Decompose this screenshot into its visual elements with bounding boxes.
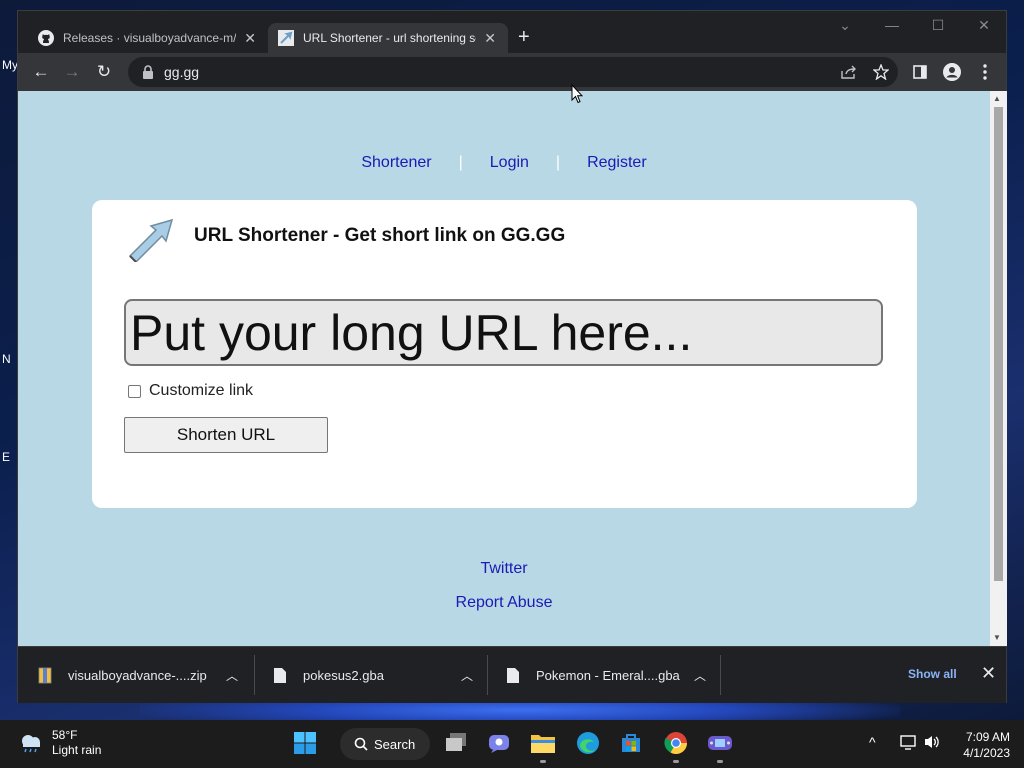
running-indicator [673, 760, 679, 763]
tab-title: Releases · visualboyadvance-m/visualboya… [63, 31, 237, 45]
forward-button[interactable]: → [61, 61, 83, 83]
weather-widget[interactable]: 58°F Light rain [18, 728, 101, 758]
nav-separator: | [555, 154, 561, 171]
github-icon [38, 30, 54, 46]
show-all-downloads-button[interactable]: Show all [908, 667, 957, 681]
page-viewport: Shortener | Login | Register URL Shortener -… [18, 91, 990, 646]
tab-releases[interactable]: Releases · visualboyadvance-m/visualboya… [28, 23, 268, 53]
clock-date: 4/1/2023 [963, 746, 1010, 760]
tab-title: URL Shortener - url shortening service [303, 31, 476, 45]
chrome-icon[interactable] [663, 730, 689, 756]
divider [720, 655, 721, 695]
address-text: gg.gg [164, 64, 200, 80]
tab-strip: Releases · visualboyadvance-m/visualboya… [18, 11, 1006, 53]
close-shelf-icon[interactable]: ✕ [981, 663, 996, 684]
download-shelf: visualboyadvance-....zip ︿ pokesus2.gba … [18, 646, 1006, 703]
edge-browser-icon[interactable] [575, 730, 601, 756]
file-icon [507, 668, 519, 683]
running-indicator [540, 760, 546, 763]
customize-checkbox[interactable] [128, 384, 141, 398]
nav-separator: | [458, 154, 463, 171]
nav-shortener-link[interactable]: Shortener [361, 154, 431, 171]
top-navigation: Shortener | Login | Register [18, 154, 990, 172]
customize-link-row[interactable]: Customize link [128, 382, 253, 400]
gameboy-emulator-icon[interactable] [707, 730, 733, 756]
report-abuse-link[interactable]: Report Abuse [456, 594, 553, 611]
download-item[interactable]: Pokemon - Emeral....gba ︿ [506, 647, 706, 704]
customize-label: Customize link [149, 382, 254, 399]
search-label: Search [374, 736, 416, 752]
desktop-icon-label[interactable]: N [2, 352, 11, 366]
back-button[interactable]: ← [30, 61, 52, 83]
file-explorer-icon[interactable] [530, 730, 556, 756]
download-filename: pokesus2.gba [303, 668, 384, 683]
shorten-url-button[interactable]: Shorten URL [124, 417, 328, 453]
menu-kebab-icon[interactable] [974, 61, 996, 83]
arrow-favicon-icon [278, 30, 294, 46]
share-icon[interactable] [838, 61, 860, 83]
chevron-up-icon[interactable]: ︿ [226, 667, 238, 684]
download-filename: Pokemon - Emeral....gba [536, 668, 680, 683]
shortener-card: URL Shortener - Get short link on GG.GG … [92, 200, 917, 508]
chevron-up-icon[interactable]: ︿ [461, 667, 473, 684]
divider [254, 655, 255, 695]
volume-icon[interactable] [923, 734, 941, 753]
profile-icon[interactable] [941, 61, 963, 83]
mouse-cursor-icon [571, 84, 583, 104]
show-hidden-icons-chevron[interactable]: ^ [869, 734, 876, 750]
page-scrollbar[interactable]: ▲ ▼ [990, 91, 1007, 646]
download-filename: visualboyadvance-....zip [68, 668, 207, 683]
start-windows-icon[interactable] [292, 730, 318, 756]
new-tab-button[interactable]: + [518, 26, 530, 49]
search-icon [354, 737, 368, 751]
long-url-input[interactable] [124, 299, 883, 366]
microsoft-store-icon[interactable] [618, 730, 644, 756]
scroll-down-arrow-icon[interactable]: ▼ [993, 633, 1001, 642]
tab-search-dropdown-icon[interactable]: ⌄ [831, 17, 859, 34]
download-item[interactable]: pokesus2.gba ︿ [273, 647, 473, 704]
address-bar[interactable]: gg.gg [128, 57, 898, 87]
teams-chat-icon[interactable] [486, 730, 512, 756]
scroll-thumb[interactable] [994, 107, 1003, 581]
side-panel-icon[interactable] [909, 61, 931, 83]
reload-button[interactable]: ↻ [93, 61, 115, 83]
footer-report: Report Abuse [18, 594, 990, 612]
maximize-button[interactable]: ☐ [924, 17, 952, 34]
nav-register-link[interactable]: Register [587, 154, 647, 171]
browser-window: Releases · visualboyadvance-m/visualboya… [17, 10, 1007, 703]
zip-file-icon [38, 667, 52, 684]
weather-temp: 58°F [52, 728, 78, 742]
minimize-button[interactable]: — [878, 17, 906, 33]
desktop-icon-label[interactable]: My [2, 58, 18, 72]
chevron-up-icon[interactable]: ︿ [694, 667, 706, 684]
close-window-button[interactable]: ✕ [970, 17, 998, 34]
close-tab-icon[interactable]: ✕ [482, 30, 498, 47]
desktop-icon-label[interactable]: E [2, 450, 10, 464]
twitter-link[interactable]: Twitter [480, 560, 527, 577]
network-icon[interactable] [899, 734, 917, 753]
task-view-icon[interactable] [443, 730, 469, 756]
running-indicator [717, 760, 723, 763]
close-tab-icon[interactable]: ✕ [242, 30, 258, 47]
scroll-up-arrow-icon[interactable]: ▲ [993, 94, 1001, 103]
clock-time: 7:09 AM [965, 730, 1010, 744]
logo-arrow-icon [128, 218, 174, 262]
weather-condition: Light rain [52, 743, 102, 757]
browser-toolbar: ← → ↻ gg.gg [18, 53, 1006, 91]
file-icon [274, 668, 286, 683]
cloud-rain-icon [22, 735, 40, 753]
bookmark-star-icon[interactable] [870, 61, 892, 83]
divider [487, 655, 488, 695]
taskbar: 58°F Light rain Search ^ 7:09 AM 4/1/202… [0, 720, 1024, 768]
download-item[interactable]: visualboyadvance-....zip ︿ [38, 647, 238, 704]
tab-url-shortener[interactable]: URL Shortener - url shortening service ✕ [268, 23, 508, 53]
page-title: URL Shortener - Get short link on GG.GG [194, 225, 566, 246]
footer-twitter: Twitter [18, 560, 990, 578]
taskbar-search[interactable]: Search [340, 728, 430, 760]
system-clock[interactable]: 7:09 AM 4/1/2023 [950, 729, 1010, 761]
nav-login-link[interactable]: Login [490, 154, 529, 171]
lock-icon [143, 65, 153, 79]
